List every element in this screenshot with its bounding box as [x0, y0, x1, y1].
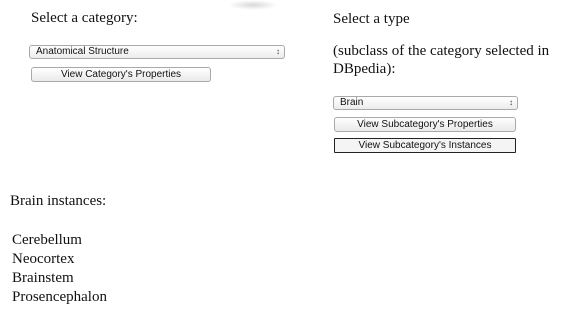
category-heading: Select a category:: [31, 10, 138, 26]
instances-heading: Brain instances:: [10, 193, 107, 209]
up-down-chevron-icon: ↕: [509, 98, 513, 107]
type-heading: Select a type: [333, 11, 410, 27]
list-item: Cerebellum: [12, 232, 82, 248]
list-item: Neocortex: [12, 251, 75, 267]
type-subheading: (subclass of the category selected in DB…: [333, 43, 550, 77]
decorative-smudge: [228, 0, 278, 10]
up-down-chevron-icon: ↕: [276, 47, 280, 56]
category-select[interactable]: Anatomical Structure ↕: [29, 45, 285, 59]
type-select[interactable]: Brain ↕: [333, 96, 518, 110]
view-subcategory-properties-button[interactable]: View Subcategory's Properties: [334, 117, 516, 132]
view-subcategory-instances-button[interactable]: View Subcategory's Instances: [334, 138, 516, 153]
category-select-value: Anatomical Structure: [36, 46, 129, 57]
view-category-properties-button[interactable]: View Category's Properties: [31, 67, 211, 82]
list-item: Brainstem: [12, 270, 74, 286]
type-select-value: Brain: [340, 97, 364, 108]
list-item: Prosencephalon: [12, 289, 107, 305]
instances-list: Cerebellum Neocortex Brainstem Prosencep…: [12, 231, 107, 307]
